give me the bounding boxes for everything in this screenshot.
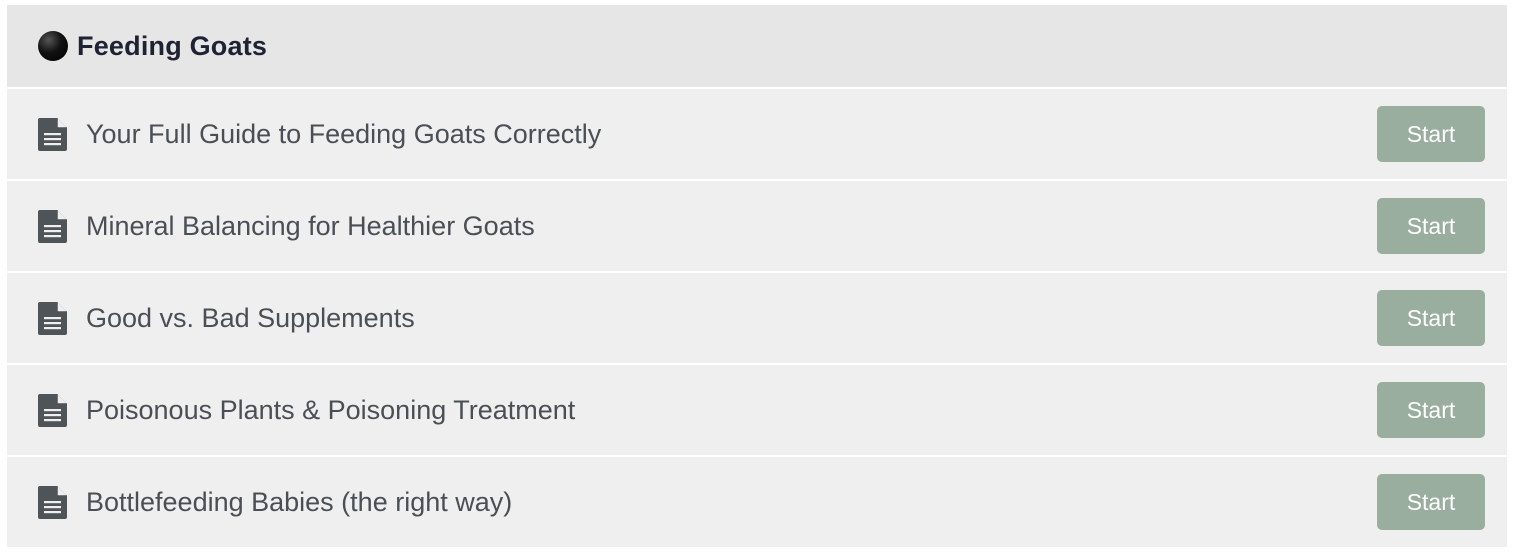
course-section: Feeding Goats Your Full Guide to Feeding… xyxy=(7,5,1507,547)
lesson-title: Mineral Balancing for Healthier Goats xyxy=(86,210,535,241)
start-button[interactable]: Start xyxy=(1377,382,1485,438)
start-button[interactable]: Start xyxy=(1377,198,1485,254)
document-icon xyxy=(38,209,67,243)
lesson-title: Good vs. Bad Supplements xyxy=(86,302,415,333)
lesson-title: Your Full Guide to Feeding Goats Correct… xyxy=(86,118,602,149)
lesson-row[interactable]: Mineral Balancing for Healthier Goats St… xyxy=(7,181,1507,271)
lesson-row[interactable]: Your Full Guide to Feeding Goats Correct… xyxy=(7,89,1507,179)
lesson-row[interactable]: Good vs. Bad Supplements Start xyxy=(7,273,1507,363)
document-icon xyxy=(38,117,67,151)
lesson-title: Bottlefeeding Babies (the right way) xyxy=(86,486,513,517)
lesson-row[interactable]: Bottlefeeding Babies (the right way) Sta… xyxy=(7,457,1507,547)
lesson-row[interactable]: Poisonous Plants & Poisoning Treatment S… xyxy=(7,365,1507,455)
document-icon xyxy=(38,485,67,519)
black-circle-icon xyxy=(38,31,68,61)
document-icon xyxy=(38,393,67,427)
section-title: Feeding Goats xyxy=(77,30,268,61)
lesson-title: Poisonous Plants & Poisoning Treatment xyxy=(86,394,576,425)
start-button[interactable]: Start xyxy=(1377,474,1485,530)
start-button[interactable]: Start xyxy=(1377,290,1485,346)
document-icon xyxy=(38,301,67,335)
section-header[interactable]: Feeding Goats xyxy=(7,5,1507,87)
start-button[interactable]: Start xyxy=(1377,106,1485,162)
